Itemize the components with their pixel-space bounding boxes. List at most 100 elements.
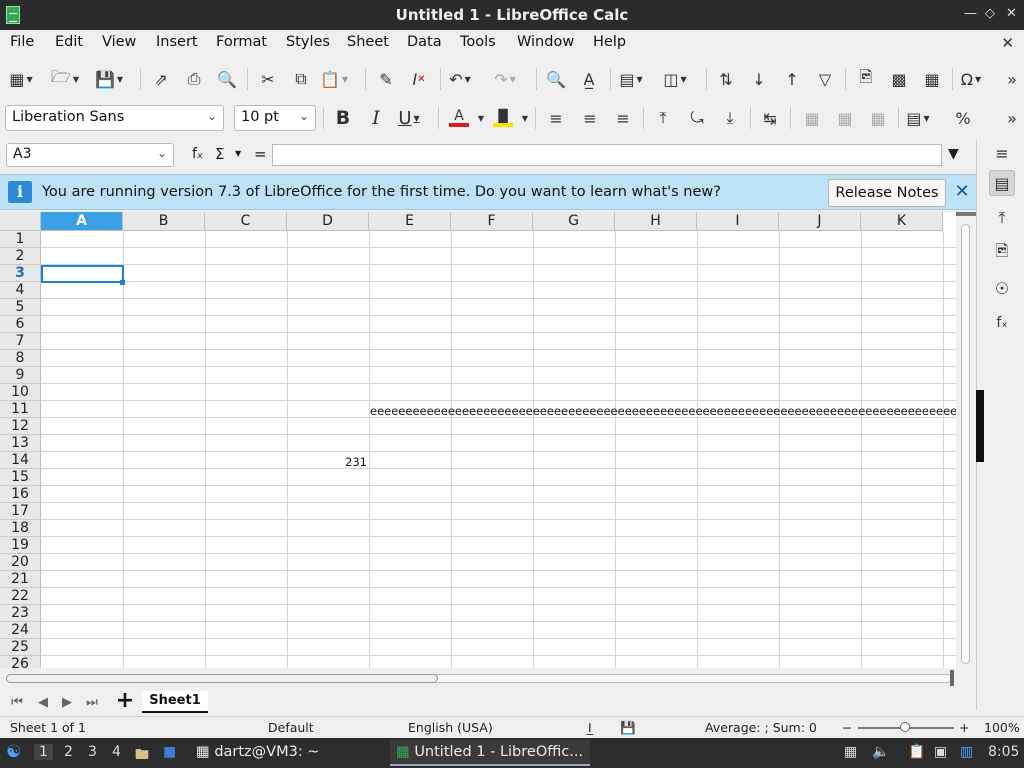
font-size-combo[interactable]: 10 pt ⌄ <box>234 105 316 131</box>
row-header-9[interactable]: 9 <box>0 367 41 384</box>
row-header-5[interactable]: 5 <box>0 299 41 316</box>
column-header-a[interactable]: A <box>41 212 123 231</box>
taskbar-terminal[interactable]: ▦ dartz@VM3: ~ <box>190 740 325 766</box>
chevron-down-icon[interactable]: ▼ <box>235 149 241 158</box>
export-pdf-icon[interactable]: ⇗ <box>148 66 174 92</box>
row-icon[interactable]: ▤ ▼ <box>618 66 644 92</box>
zoom-out-icon[interactable]: − <box>842 720 852 735</box>
sort-descending-icon[interactable]: ↑ <box>779 66 805 92</box>
zoom-level[interactable]: 100% <box>984 720 1020 735</box>
redo-icon[interactable]: ↷ ▼ <box>492 66 518 92</box>
workspace-1[interactable]: 1 <box>34 744 53 760</box>
percent-format-icon[interactable]: % <box>950 105 976 131</box>
unmerge-cells-icon[interactable]: ▦ <box>865 105 891 131</box>
close-window-icon[interactable]: ✕ <box>1006 6 1017 21</box>
function-wizard-icon[interactable]: fₓ <box>192 146 203 162</box>
insert-image-icon[interactable]: 🖻 <box>853 66 879 92</box>
save-icon[interactable]: 💾 ▼ <box>95 66 123 92</box>
column-header-k[interactable]: K <box>861 212 943 231</box>
network-icon[interactable]: ▣ <box>934 744 947 760</box>
formula-input[interactable] <box>272 144 942 166</box>
row-header-21[interactable]: 21 <box>0 571 41 588</box>
column-header-j[interactable]: J <box>779 212 861 231</box>
align-bottom-icon[interactable]: ⤓ <box>717 105 743 131</box>
row-header-16[interactable]: 16 <box>0 486 41 503</box>
menu-insert[interactable]: Insert <box>156 34 198 50</box>
column-header-d[interactable]: D <box>287 212 369 231</box>
zoom-in-icon[interactable]: + <box>959 720 969 735</box>
chevron-down-icon[interactable]: ▼ <box>474 105 486 131</box>
find-replace-icon[interactable]: 🔍 <box>543 66 569 92</box>
font-color-icon[interactable]: A <box>446 105 472 131</box>
more-options-icon[interactable]: » <box>1002 66 1022 92</box>
clear-formatting-icon[interactable]: I ✕ <box>406 66 432 92</box>
highlight-color-icon[interactable]: █ <box>490 105 516 131</box>
show-desktop-icon[interactable]: ■ <box>163 744 176 760</box>
sheet-tab-sheet1[interactable]: Sheet1 <box>142 691 208 713</box>
properties-icon[interactable]: ▤ <box>989 170 1015 196</box>
column-header-f[interactable]: F <box>451 212 533 231</box>
sidebar-menu-icon[interactable]: ≡ <box>989 140 1015 166</box>
align-left-icon[interactable]: ≡ <box>543 105 569 131</box>
menu-edit[interactable]: Edit <box>55 34 83 50</box>
chevron-down-icon[interactable]: ▼ <box>518 105 530 131</box>
taskbar-calc[interactable]: ▦ Untitled 1 - LibreOffic... <box>390 740 590 766</box>
maximize-icon[interactable]: ◇ <box>985 6 995 21</box>
select-all-corner[interactable] <box>0 212 41 231</box>
clipboard-icon[interactable]: 📋 <box>908 744 925 760</box>
spreadsheet-grid[interactable]: ABCDEFGHIJK 1 2 3 4 5 6 7 8 9 10 11 12 13 14 15 16 17 18 1… <box>0 212 956 668</box>
row-header-25[interactable]: 25 <box>0 639 41 656</box>
font-name-combo[interactable]: Liberation Sans ⌄ <box>5 105 224 131</box>
undo-icon[interactable]: ↶ ▼ <box>447 66 473 92</box>
release-notes-button[interactable]: Release Notes <box>828 179 946 207</box>
name-box[interactable]: A3 ⌄ <box>6 143 174 167</box>
print-icon[interactable]: ⎙ <box>181 66 207 92</box>
new-document-icon[interactable]: ▦ ▼ <box>8 66 34 92</box>
column-icon[interactable]: ◫ ▼ <box>662 66 688 92</box>
previous-sheet-icon[interactable]: ◀ <box>34 693 52 711</box>
page-style[interactable]: Default <box>268 720 314 735</box>
more-options-icon[interactable]: » <box>1002 105 1022 131</box>
expand-formula-bar-icon[interactable]: ▼ <box>948 146 959 162</box>
menu-view[interactable]: View <box>102 34 136 50</box>
column-header-c[interactable]: C <box>205 212 287 231</box>
row-header-20[interactable]: 20 <box>0 554 41 571</box>
paste-icon[interactable]: 📋 ▼ <box>320 66 348 92</box>
selection-mode-icon[interactable]: I̲ <box>588 720 592 735</box>
align-center-icon[interactable]: ≡ <box>577 105 603 131</box>
cell-D14[interactable]: 231 <box>287 455 367 469</box>
battery-icon[interactable]: ▦ <box>844 744 857 760</box>
gallery-icon[interactable]: 🖻 <box>989 240 1015 266</box>
language[interactable]: English (USA) <box>408 720 493 735</box>
autofilter-icon[interactable]: ▽ <box>812 66 838 92</box>
close-infobar-icon[interactable]: ✕ <box>952 183 972 203</box>
cell-E11[interactable]: eeeeeeeeeeeeeeeeeeeeeeeeeeeeeeeeeeeeeeee… <box>370 404 956 418</box>
next-sheet-icon[interactable]: ▶ <box>58 693 76 711</box>
row-header-18[interactable]: 18 <box>0 520 41 537</box>
formula-icon[interactable]: = <box>254 145 267 163</box>
column-header-b[interactable]: B <box>123 212 205 231</box>
column-header-i[interactable]: I <box>697 212 779 231</box>
menu-format[interactable]: Format <box>216 34 267 50</box>
menu-styles[interactable]: Styles <box>286 34 330 50</box>
row-header-19[interactable]: 19 <box>0 537 41 554</box>
selection-summary[interactable]: Average: ; Sum: 0 <box>705 720 817 735</box>
menu-sheet[interactable]: Sheet <box>347 34 389 50</box>
zoom-slider-knob[interactable] <box>900 722 910 732</box>
row-header-22[interactable]: 22 <box>0 588 41 605</box>
add-sheet-icon[interactable]: + <box>114 690 136 713</box>
row-header-13[interactable]: 13 <box>0 435 41 452</box>
minimize-icon[interactable]: — <box>964 6 977 21</box>
styles-icon[interactable]: ⤒ <box>989 205 1015 231</box>
print-preview-icon[interactable]: 🔍 <box>214 66 240 92</box>
underline-icon[interactable]: U ▼ <box>396 105 422 131</box>
menu-data[interactable]: Data <box>407 34 442 50</box>
column-header-e[interactable]: E <box>369 212 451 231</box>
merge-center-icon[interactable]: ▦ <box>832 105 858 131</box>
fill-handle[interactable] <box>120 280 125 285</box>
file-manager-icon[interactable]: 🖿 <box>135 744 149 768</box>
first-sheet-icon[interactable]: ⏮ <box>8 693 26 711</box>
column-header-g[interactable]: G <box>533 212 615 231</box>
copy-icon[interactable]: ⧉ <box>288 66 314 92</box>
sidebar-collapse-handle[interactable] <box>976 390 984 462</box>
